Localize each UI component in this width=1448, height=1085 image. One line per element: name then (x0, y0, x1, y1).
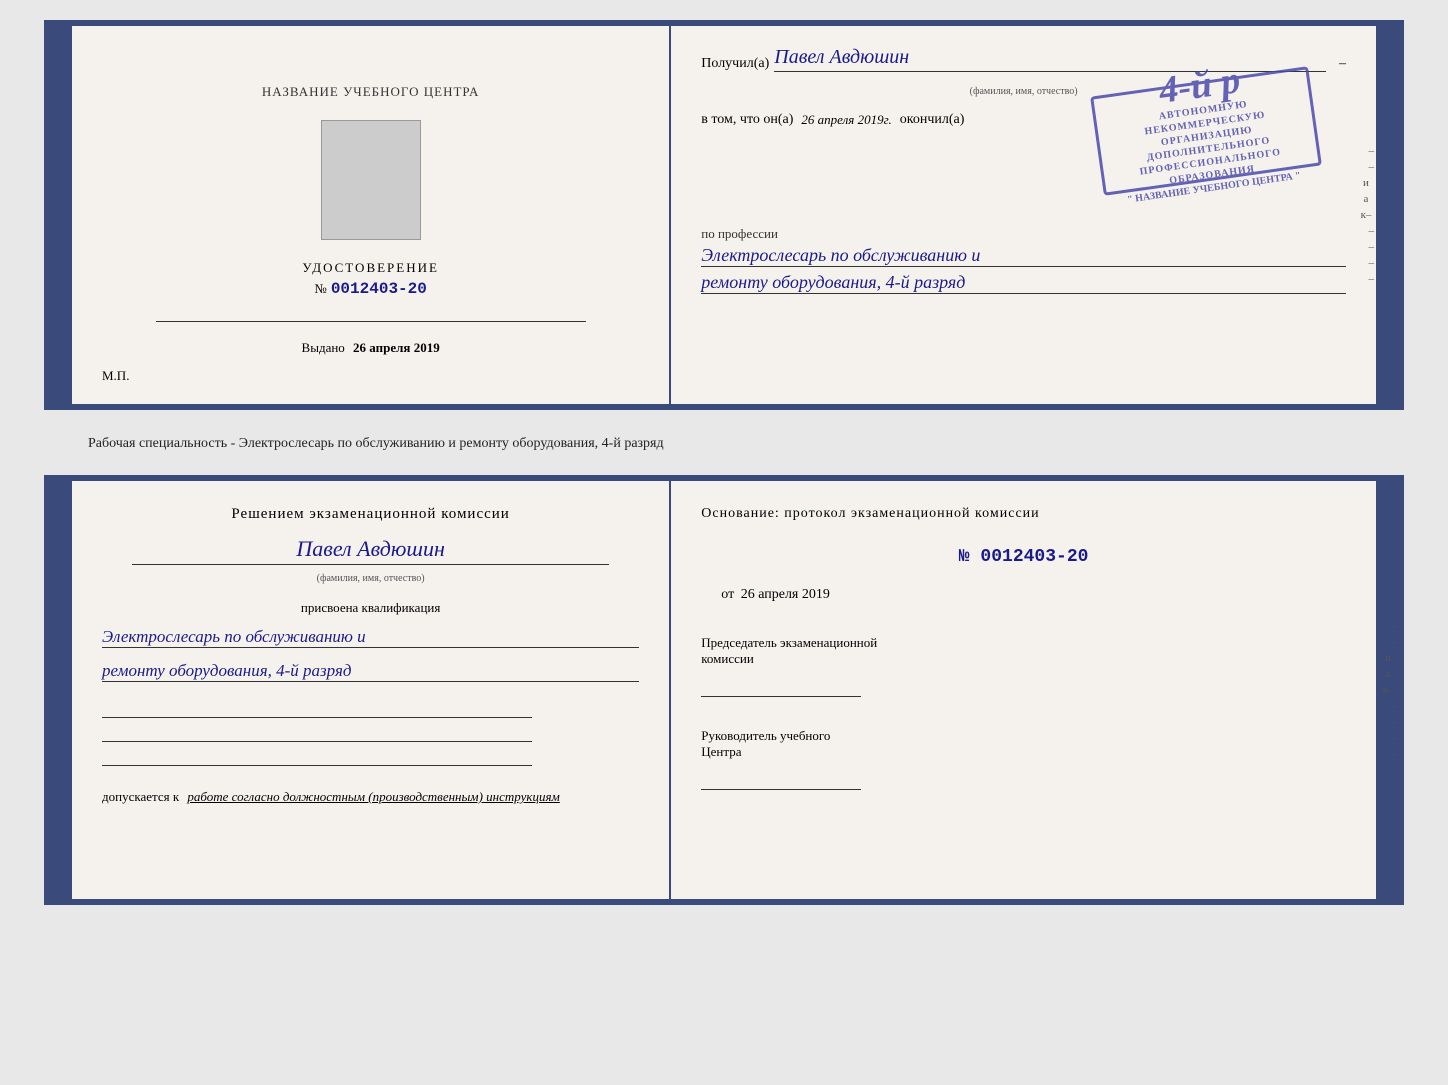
photo-placeholder (321, 120, 421, 240)
received-line: Получил(а) Павел Авдюшин – (701, 46, 1346, 72)
number-prefix: № (314, 281, 326, 297)
qualification-line1: Электрослесарь по обслуживанию и (102, 627, 639, 648)
protocol-number: № 0012403-20 (701, 547, 1346, 567)
side-char-i: и (1358, 177, 1374, 189)
chairman-line1: Председатель экзаменационной (701, 635, 1346, 651)
director-line1: Руководитель учебного (701, 728, 1346, 744)
certificate-number: 0012403-20 (331, 280, 427, 298)
bottom-left-spine (50, 481, 72, 899)
assigned-label: присвоена квалификация (102, 600, 639, 616)
name-caption-bottom: (фамилия, имя, отчество) (102, 573, 639, 584)
top-document: НАЗВАНИЕ УЧЕБНОГО ЦЕНТРА УДОСТОВЕРЕНИЕ №… (44, 20, 1404, 410)
director-block: Руководитель учебного Центра (701, 728, 1346, 794)
certificate-label: УДОСТОВЕРЕНИЕ (302, 260, 439, 276)
basis-title: Основание: протокол экзаменационной коми… (701, 506, 1346, 522)
side-dash-4: – (1358, 241, 1374, 253)
separator-main-text: Рабочая специальность - Электрослесарь п… (88, 436, 664, 451)
sig-line-2 (102, 724, 532, 742)
certificate-block: УДОСТОВЕРЕНИЕ № 0012403-20 (302, 260, 439, 298)
bottom-right-panel: Основание: протокол экзаменационной коми… (671, 481, 1376, 899)
allowed-label: допускается к работе согласно должностны… (102, 789, 639, 805)
person-name-bottom: Павел Авдюшин (132, 536, 609, 565)
page-container: НАЗВАНИЕ УЧЕБНОГО ЦЕНТРА УДОСТОВЕРЕНИЕ №… (20, 20, 1428, 905)
bottom-document: Решением экзаменационной комиссии Павел … (44, 475, 1404, 905)
allowed-italic: работе согласно должностным (производств… (187, 789, 559, 804)
signature-lines (102, 700, 639, 766)
left-spine (50, 26, 72, 404)
bottom-side-char-k: к– (1380, 684, 1396, 696)
qualification-line2: ремонту оборудования, 4-й разряд (102, 661, 639, 682)
profession-line2: ремонту оборудования, 4-й разряд (701, 272, 1346, 294)
chairman-block: Председатель экзаменационной комиссии (701, 635, 1346, 701)
sig-line-3 (102, 748, 532, 766)
bottom-side-dash-1: – (1380, 620, 1396, 632)
chairman-line2: комиссии (701, 651, 1346, 667)
side-char-a: а (1358, 193, 1374, 205)
protocol-num: 0012403-20 (980, 547, 1088, 567)
chairman-signature (701, 677, 861, 697)
completed-suffix: окончил(а) (900, 112, 965, 128)
bottom-side-dash-6: – (1380, 748, 1396, 760)
bottom-side-char-a: а (1380, 668, 1396, 680)
right-panel: Получил(а) Павел Авдюшин – (фамилия, имя… (671, 26, 1376, 404)
profession-line1: Электрослесарь по обслуживанию и (701, 245, 1346, 267)
bottom-side-dash-3: – (1380, 700, 1396, 712)
from-date: 26 апреля 2019 (741, 587, 830, 602)
bottom-side-dash-5: – (1380, 732, 1396, 744)
separator-text: Рабочая специальность - Электрослесарь п… (44, 428, 1404, 457)
issued-date: 26 апреля 2019 (353, 340, 440, 355)
side-dash-6: – (1358, 273, 1374, 285)
bottom-left-panel: Решением экзаменационной комиссии Павел … (72, 481, 671, 899)
right-spine (1376, 26, 1398, 404)
in-that-prefix: в том, что он(а) (701, 112, 793, 128)
side-dash-2: – (1358, 161, 1374, 173)
sig-line-1 (102, 700, 532, 718)
decision-title: Решением экзаменационной комиссии (102, 506, 639, 523)
received-prefix: Получил(а) (701, 56, 769, 72)
from-prefix: от (721, 587, 734, 602)
number-prefix-bottom: № (959, 547, 970, 567)
bottom-side-char-i: и (1380, 652, 1396, 664)
allowed-prefix: допускается к (102, 789, 179, 804)
mp-label: М.П. (102, 368, 129, 384)
profession-label: по профессии (701, 226, 1346, 242)
received-name: Павел Авдюшин (774, 46, 1326, 72)
issued-line: Выдано 26 апреля 2019 (302, 340, 440, 356)
issued-label: Выдано (302, 340, 345, 355)
right-side-labels: – – и а к– – – – – (1356, 26, 1376, 404)
side-char-k: к– (1358, 209, 1374, 221)
bottom-side-dash-4: – (1380, 716, 1396, 728)
right-side-labels-bottom: – – и а к– – – – – (1378, 481, 1398, 899)
bottom-side-dash-2: – (1380, 636, 1396, 648)
side-dash-5: – (1358, 257, 1374, 269)
left-panel: НАЗВАНИЕ УЧЕБНОГО ЦЕНТРА УДОСТОВЕРЕНИЕ №… (72, 26, 671, 404)
director-signature (701, 770, 861, 790)
completed-date: 26 апреля 2019г. (801, 112, 891, 128)
from-date-line: от 26 апреля 2019 (701, 587, 1346, 603)
training-center-label: НАЗВАНИЕ УЧЕБНОГО ЦЕНТРА (262, 84, 479, 100)
side-dash-1: – (1358, 145, 1374, 157)
side-dash-3: – (1358, 225, 1374, 237)
director-line2: Центра (701, 744, 1346, 760)
